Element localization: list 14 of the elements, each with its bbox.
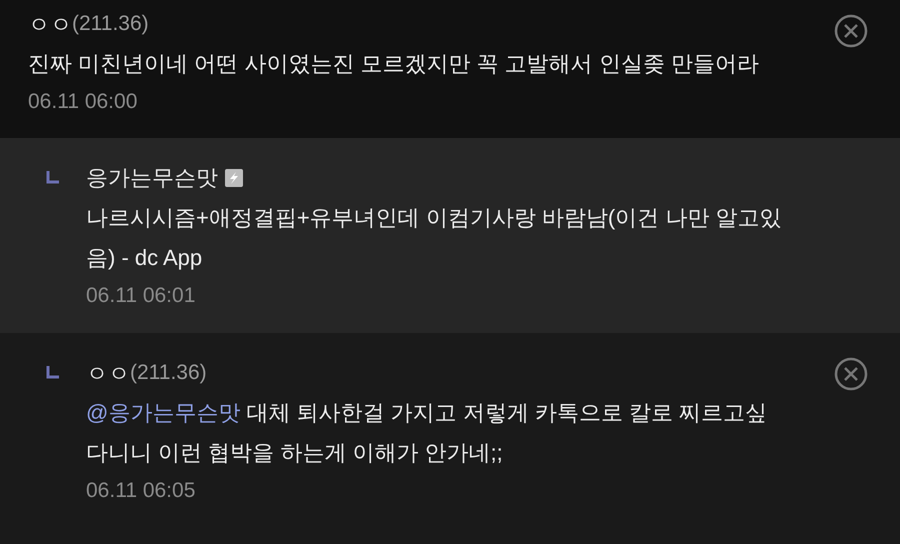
timestamp: 06.11 06:05 [86,478,196,504]
comment-text: 나르시시즘+애정결핍+유부녀인데 이컴기사랑 바람남(이건 나만 알고있음) - dc App [86,204,782,272]
delete-icon[interactable] [834,14,868,48]
timestamp: 06.11 06:00 [28,89,138,115]
delete-icon[interactable] [834,357,868,391]
timestamp: 06.11 06:01 [86,282,196,308]
author-name: ㅇㅇ [28,10,72,38]
ip-address: (211.36) [130,360,207,386]
mention-link[interactable]: @응가는무슨맛 [86,400,240,425]
comment-text: @응가는무슨맛 대체 퇴사한걸 가지고 저렇게 카톡으로 칼로 찌르고싶다니니 이런 협박을 하는게 이해가 안가네;; [86,399,768,467]
comment-text: 진짜 미친년이네 어떤 사이였는진 모르겠지만 꼭 고발해서 인실좆 만들어라 [28,50,760,78]
ip-address: (211.36) [72,11,149,38]
author-name: 응가는무슨맛 [86,164,218,192]
author-name: ㅇㅇ [86,360,130,388]
